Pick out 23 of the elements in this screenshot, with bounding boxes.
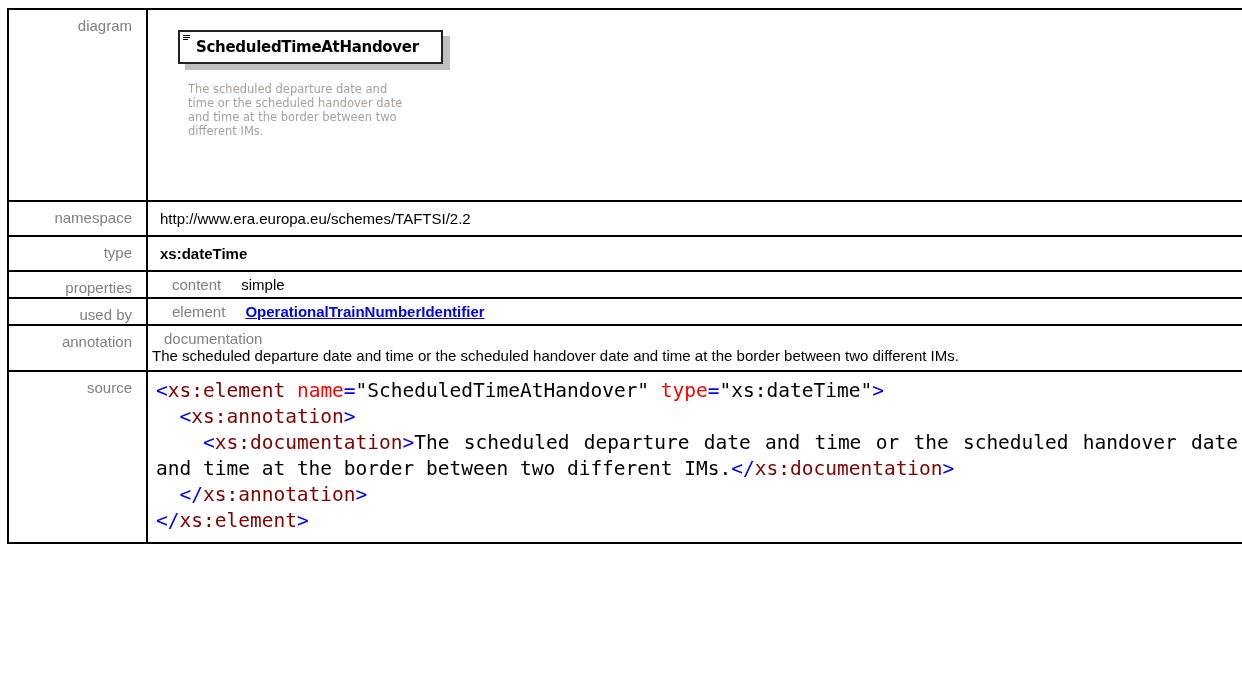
row-label: properties: [65, 279, 132, 296]
annotation-kind: documentation: [164, 330, 264, 347]
row-label: source: [86, 379, 132, 396]
element-link[interactable]: OperationalTrainNumberIdentifier: [245, 303, 485, 320]
code-line: </xs:element>: [156, 508, 310, 534]
namespace-value: http://www.era.europa.eu/schemes/TAFTSI/2.2: [160, 210, 471, 227]
usage-kind: element: [172, 303, 226, 320]
element-description: The scheduled departure date and time or the scheduled handover date and time at the border between two different IMs.: [188, 82, 404, 138]
code-line: <xs:element name="ScheduledTimeAtHandover" type="xs:dateTime">: [156, 378, 885, 404]
row-label: type: [103, 244, 132, 261]
documentation-text: The scheduled departure date and time or the scheduled handover date and time at the border between two different IMs.: [152, 347, 960, 364]
code-line: </xs:annotation>: [178, 482, 369, 508]
element-name: ScheduledTimeAtHandover: [196, 38, 419, 56]
row-label: used by: [79, 306, 132, 323]
row-label: namespace: [54, 209, 132, 226]
property-value: simple: [241, 276, 285, 293]
row-label: diagram: [77, 17, 132, 34]
code-line: <xs:documentation>The scheduled departure date and time or the scheduled handover date and time at the border between two different IMs.</xs:documentation>: [156, 430, 1238, 482]
code-line: <xs:annotation>: [178, 404, 357, 430]
type-value: xs:dateTime: [160, 245, 248, 262]
row-label: annotation: [61, 333, 132, 350]
lines-icon: [183, 35, 190, 41]
property-key: content: [172, 276, 222, 293]
